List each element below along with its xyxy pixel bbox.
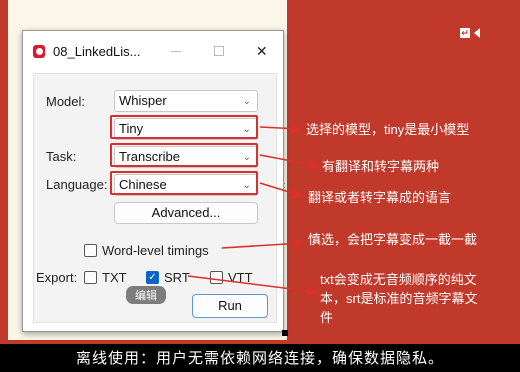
close-button[interactable]: ✕ bbox=[240, 31, 283, 71]
task-label: Task: bbox=[46, 149, 77, 164]
maximize-button[interactable] bbox=[198, 31, 241, 71]
run-button[interactable]: Run bbox=[192, 294, 268, 318]
close-icon: ✕ bbox=[255, 42, 268, 59]
export-note-line: 本，srt是标准的音频字幕文 bbox=[320, 291, 478, 306]
minimize-button[interactable] bbox=[155, 31, 198, 71]
model-label: Model: bbox=[46, 94, 86, 109]
export-srt-checkbox[interactable]: ✓ bbox=[146, 271, 159, 284]
task-highlight bbox=[110, 143, 258, 167]
chevron-down-icon: ⌄ bbox=[242, 96, 251, 107]
minimize-icon bbox=[171, 50, 182, 52]
model-note: 选择的模型，tiny是最小模型 bbox=[306, 122, 470, 137]
arrow-left-icon bbox=[474, 28, 480, 38]
export-txt-label: TXT bbox=[102, 270, 127, 285]
advanced-button[interactable]: Advanced... bbox=[114, 202, 258, 224]
export-note: txt会变成无音频顺序的纯文 本，srt是标准的音频字幕文 件 bbox=[320, 270, 516, 327]
language-note: 翻译或者转字幕成的语言 bbox=[308, 190, 452, 205]
export-vtt-checkbox[interactable] bbox=[210, 271, 223, 284]
subtitle-caption: 离线使用：用户无需依赖网络连接，确保数据隐私。 bbox=[0, 344, 520, 372]
word-timings-note: 慎选，会把字幕变成一截一截 bbox=[308, 232, 478, 247]
export-note-line: txt会变成无音频顺序的纯文 bbox=[320, 272, 477, 287]
export-srt-label: SRT bbox=[164, 270, 190, 285]
export-vtt-label: VTT bbox=[228, 270, 253, 285]
export-txt-checkbox[interactable] bbox=[84, 271, 97, 284]
model-select[interactable]: Whisper ⌄ bbox=[114, 90, 258, 112]
language-label: Language: bbox=[46, 177, 108, 192]
task-note: 有翻译和转字幕两种 bbox=[322, 159, 440, 174]
model-value: Whisper bbox=[119, 93, 167, 108]
app-icon bbox=[33, 44, 46, 58]
language-highlight bbox=[110, 171, 258, 195]
checkmark-icon: ✓ bbox=[148, 272, 157, 283]
title-bar[interactable]: 08_LinkedLis... ✕ bbox=[23, 31, 283, 71]
window-title: 08_LinkedLis... bbox=[53, 43, 141, 59]
settings-panel: Model: Whisper ⌄ Tiny ⌄ Task: Transcribe… bbox=[33, 73, 277, 323]
word-timings-label: Word-level timings bbox=[102, 243, 209, 258]
bookmark-icon: ↵ bbox=[460, 28, 470, 38]
word-timings-checkbox[interactable] bbox=[84, 244, 97, 257]
resize-handle[interactable] bbox=[282, 330, 288, 336]
model-size-highlight bbox=[110, 115, 258, 139]
export-note-line: 件 bbox=[320, 310, 334, 325]
bookmark-marker: ↵ bbox=[460, 28, 480, 38]
edit-tag: 编辑 bbox=[126, 286, 166, 304]
export-label: Export: bbox=[36, 270, 78, 285]
maximize-icon bbox=[214, 46, 225, 56]
